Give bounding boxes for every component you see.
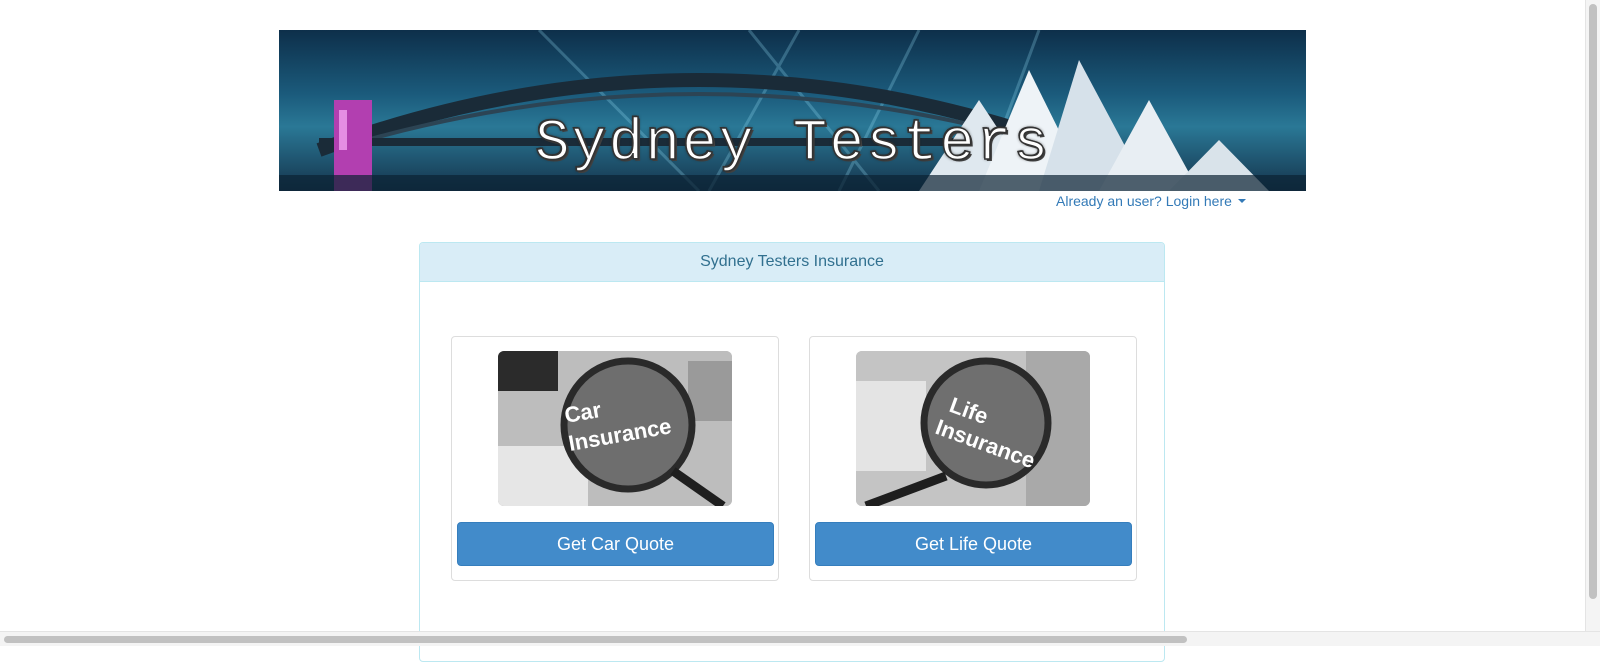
login-link-label[interactable]: Already an user? Login here — [1056, 193, 1232, 209]
horizontal-scrollbar-thumb[interactable] — [4, 636, 1187, 643]
site-banner: Sydney Testers — [279, 30, 1306, 191]
banner-title: Sydney Testers — [534, 111, 1051, 178]
horizontal-scrollbar[interactable] — [0, 631, 1600, 646]
get-car-quote-button[interactable]: Get Car Quote — [457, 522, 774, 566]
panel-title: Sydney Testers Insurance — [700, 253, 884, 270]
get-life-quote-button[interactable]: Get Life Quote — [815, 522, 1132, 566]
vertical-scrollbar[interactable] — [1585, 0, 1600, 632]
panel-heading: Sydney Testers Insurance — [420, 243, 1164, 282]
insurance-panel: Sydney Testers Insurance Car Insurance G… — [419, 242, 1165, 662]
vertical-scrollbar-thumb[interactable] — [1589, 4, 1597, 599]
car-insurance-image: Car Insurance — [498, 351, 732, 506]
caret-down-icon[interactable] — [1237, 199, 1246, 203]
car-insurance-card: Car Insurance Get Car Quote — [451, 336, 779, 581]
login-dropdown-link[interactable]: Already an user? Login here — [1056, 193, 1246, 209]
life-insurance-card: Life Insurance Get Life Quote — [809, 336, 1137, 581]
life-insurance-image: Life Insurance — [856, 351, 1090, 506]
